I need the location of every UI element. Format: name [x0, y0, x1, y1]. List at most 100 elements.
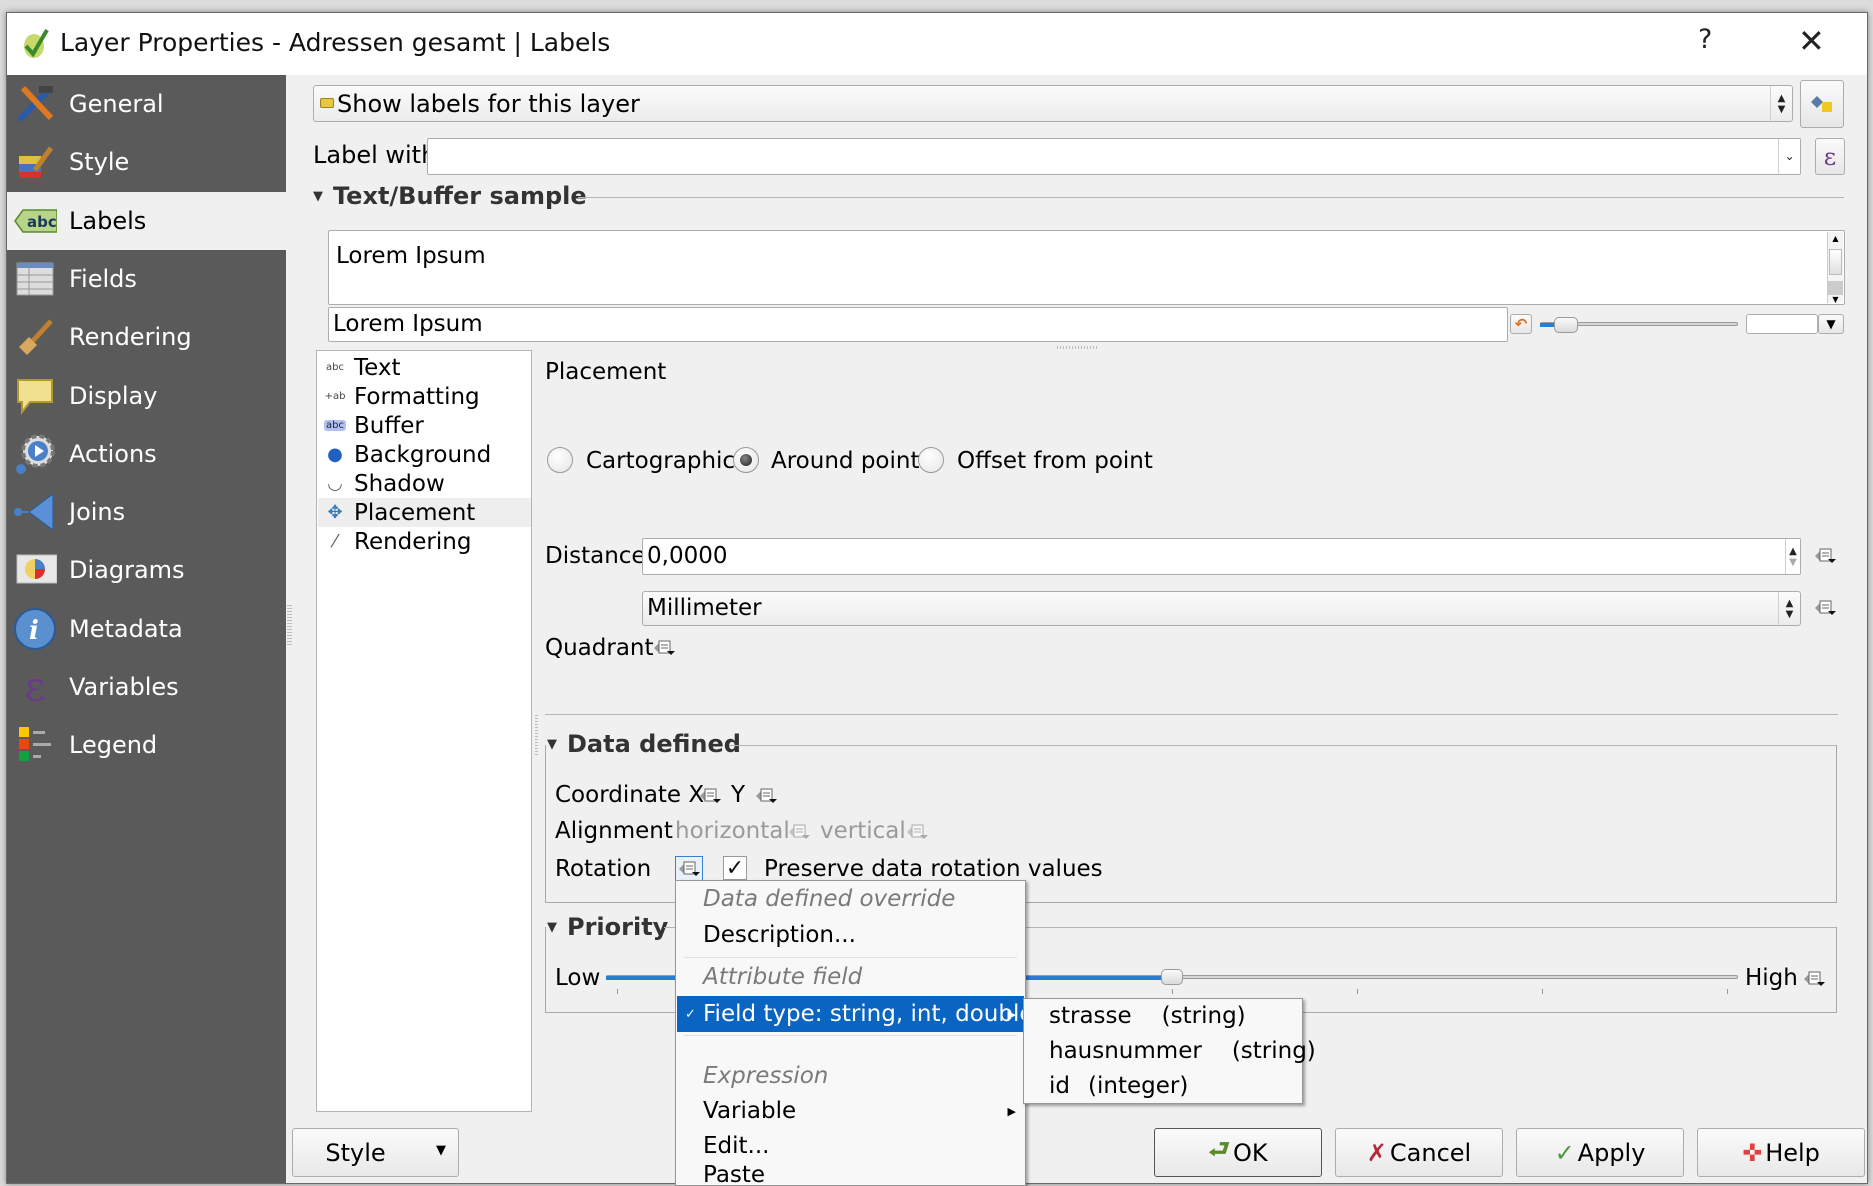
- ok-button[interactable]: ⮐ OK: [1154, 1128, 1322, 1177]
- distance-input[interactable]: 0,0000 ▲ ▼: [642, 538, 1801, 575]
- reset-sample-button[interactable]: ↶: [1510, 314, 1532, 334]
- submenu-item-id[interactable]: id (integer): [1049, 1073, 1188, 1099]
- tree-item-background[interactable]: ● Background: [318, 440, 531, 469]
- data-defined-override-icon[interactable]: [786, 822, 812, 842]
- sample-text-input[interactable]: Lorem Ipsum: [328, 307, 1508, 342]
- sample-color-dropdown[interactable]: ▼: [1818, 314, 1844, 334]
- data-defined-override-icon[interactable]: [1801, 969, 1827, 989]
- rotation-data-defined-button[interactable]: [675, 856, 703, 882]
- sidebar-item-metadata[interactable]: i Metadata: [7, 600, 286, 658]
- submenu-item-strasse[interactable]: strasse (string): [1049, 1003, 1246, 1029]
- data-defined-override-icon[interactable]: [904, 822, 930, 842]
- qgis-logo-icon: [20, 26, 50, 60]
- data-defined-override-icon[interactable]: [1812, 546, 1838, 566]
- tree-item-placement[interactable]: ✥ Placement: [318, 498, 531, 527]
- sidebar-item-diagrams[interactable]: Diagrams: [7, 541, 286, 599]
- tree-item-shadow[interactable]: ◡ Shadow: [318, 469, 531, 498]
- checkmark-icon: ✓: [725, 855, 745, 881]
- expression-button[interactable]: ε: [1815, 138, 1845, 175]
- sidebar-item-variables[interactable]: ε Variables: [7, 658, 286, 716]
- menu-item-paste[interactable]: Paste: [677, 1162, 1024, 1186]
- menu-item-variable[interactable]: Variable ▶: [677, 1093, 1024, 1129]
- sidebar-item-general[interactable]: General: [7, 75, 286, 133]
- label-with-label: Label with: [313, 141, 437, 169]
- data-defined-override-icon[interactable]: [753, 786, 779, 806]
- label-with-field[interactable]: ⌄: [427, 138, 1801, 175]
- data-defined-override-icon[interactable]: [697, 786, 723, 806]
- sample-background-color[interactable]: [1746, 314, 1818, 334]
- radio-offset-from-point[interactable]: [918, 447, 944, 479]
- help-button[interactable]: ✜ Help: [1697, 1128, 1865, 1177]
- distance-unit-select[interactable]: Millimeter ▲ ▼: [642, 591, 1801, 626]
- menu-item-edit[interactable]: Edit...: [677, 1128, 1024, 1164]
- close-button[interactable]: ✕: [1798, 22, 1825, 60]
- table-icon: [13, 257, 57, 301]
- tree-splitter-grip[interactable]: [535, 715, 538, 755]
- priority-slider-tick: [617, 989, 618, 994]
- menu-header-attribute-field: Attribute field: [703, 964, 863, 990]
- sidebar-item-legend[interactable]: Legend: [7, 716, 286, 774]
- panel-splitter-grip[interactable]: [1057, 346, 1097, 349]
- sidebar-item-actions[interactable]: Actions: [7, 425, 286, 483]
- preserve-rotation-checkbox[interactable]: ✓: [723, 855, 747, 881]
- svg-text:i: i: [29, 616, 39, 646]
- tree-item-formatting[interactable]: +ab Formatting: [318, 382, 531, 411]
- paintbrush-icon: [13, 140, 57, 184]
- tree-item-text[interactable]: abc Text: [318, 353, 531, 382]
- menu-header-data-defined-override: Data defined override: [703, 886, 956, 912]
- sidebar: General Style abc Labels Fields Renderin…: [7, 75, 286, 1183]
- preserve-rotation-label[interactable]: Preserve data rotation values: [764, 856, 1103, 882]
- sample-zoom-slider[interactable]: [1540, 317, 1738, 333]
- ok-arrow-icon: ⮐: [1208, 1135, 1230, 1163]
- sample-preview: Lorem Ipsum ▲ ▼: [328, 230, 1845, 305]
- radio-cartographic-label[interactable]: Cartographic: [586, 448, 735, 474]
- apply-button[interactable]: ✓ Apply: [1516, 1128, 1684, 1177]
- menu-item-field-type[interactable]: ✓ Field type: string, int, double ▶: [677, 996, 1033, 1032]
- priority-slider-tick: [1727, 989, 1728, 994]
- priority-slider-thumb[interactable]: [1161, 969, 1183, 985]
- tree-item-rendering[interactable]: ⁄ Rendering: [318, 527, 531, 556]
- sidebar-item-rendering[interactable]: Rendering: [7, 308, 286, 366]
- radio-offset-from-point-label[interactable]: Offset from point: [957, 448, 1153, 474]
- quadrant-label: Quadrant: [545, 635, 654, 661]
- sidebar-item-style[interactable]: Style: [7, 133, 286, 191]
- sidebar-item-joins[interactable]: Joins: [7, 483, 286, 541]
- data-defined-override-icon[interactable]: [651, 638, 677, 658]
- submenu-item-hausnummer[interactable]: hausnummer (string): [1049, 1038, 1316, 1064]
- sidebar-item-labels[interactable]: abc Labels: [7, 192, 286, 250]
- sidebar-item-label: Metadata: [69, 615, 183, 643]
- tree-item-buffer[interactable]: abc Buffer: [318, 411, 531, 440]
- sidebar-splitter[interactable]: [287, 605, 292, 645]
- help-title-button[interactable]: ?: [1698, 24, 1712, 55]
- text-abc-icon: abc: [326, 362, 344, 373]
- labels-mode-select[interactable]: Show labels for this layer ▲ ▼: [313, 85, 1793, 122]
- radio-cartographic[interactable]: [547, 447, 573, 479]
- sidebar-item-fields[interactable]: Fields: [7, 250, 286, 308]
- sidebar-item-display[interactable]: Display: [7, 367, 286, 425]
- triangle-down-icon: ▼: [436, 1143, 446, 1158]
- gear-play-icon: [13, 432, 57, 476]
- sidebar-item-label: General: [69, 90, 164, 118]
- window-title: Layer Properties - Adressen gesamt | Lab…: [60, 28, 611, 57]
- sample-zoom-slider-thumb[interactable]: [1554, 317, 1578, 333]
- radio-around-point[interactable]: [733, 447, 759, 479]
- hammer-screwdriver-icon: [13, 82, 57, 126]
- label-rules-icon: [1811, 96, 1832, 112]
- placement-title: Placement: [545, 359, 667, 385]
- sample-scrollbar[interactable]: ▲ ▼: [1827, 232, 1843, 304]
- style-menu-button[interactable]: Style ▼: [292, 1128, 459, 1177]
- data-defined-override-icon[interactable]: [1812, 598, 1838, 618]
- label-settings-tree: abc Text +ab Formatting abc Buffer ● Backgro…: [316, 350, 532, 1112]
- field-submenu: strasse (string) hausnummer (string) id (in…: [1023, 998, 1316, 1104]
- menu-item-description[interactable]: Description...: [677, 917, 1024, 953]
- placement-icon: ✥: [327, 502, 343, 523]
- cancel-button[interactable]: ✗ Cancel: [1335, 1128, 1503, 1177]
- text-buffer-sample-header[interactable]: ▼ Text/Buffer sample: [313, 182, 587, 210]
- radio-around-point-label[interactable]: Around point: [771, 448, 919, 474]
- submenu-arrow-icon: ▶: [1007, 1104, 1016, 1118]
- spinbox-arrows-icon[interactable]: ▲ ▼: [1785, 539, 1800, 574]
- rule-based-labeling-button[interactable]: [1800, 80, 1844, 128]
- speech-bubble-icon: [13, 374, 57, 418]
- abc-label-icon: abc: [13, 199, 57, 243]
- menu-separator: [684, 957, 1017, 958]
